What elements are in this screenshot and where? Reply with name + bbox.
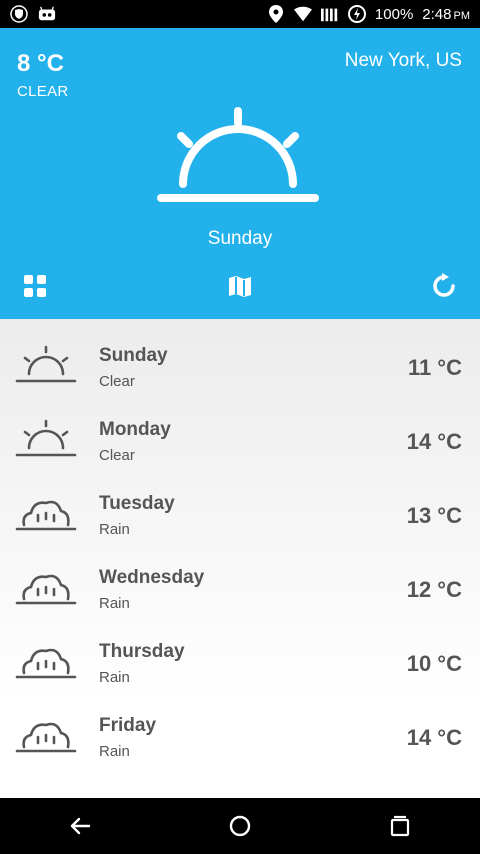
map-icon: [229, 276, 251, 297]
refresh-icon: [433, 273, 455, 297]
forecast-day: Thursday: [99, 641, 185, 662]
location-icon: [267, 5, 285, 23]
recents-icon: [390, 815, 410, 837]
map-button[interactable]: [226, 272, 254, 300]
refresh-button[interactable]: [430, 272, 458, 300]
wifi-icon: [293, 5, 312, 23]
battery-saver-icon: [347, 5, 366, 23]
forecast-row[interactable]: Sunday Clear 11 °C: [0, 329, 480, 403]
back-button[interactable]: [60, 806, 100, 846]
sunrise-icon: [157, 107, 319, 202]
sunrise-icon: [15, 419, 77, 457]
battery-percent: 100%: [374, 5, 414, 23]
forecast-row[interactable]: Thursday Rain 10 °C: [0, 625, 480, 699]
grid-icon: [24, 275, 46, 297]
forecast-list: Sunday Clear 11 °C Monday Clear 14 °C Tu…: [0, 319, 480, 798]
forecast-row[interactable]: Tuesday Rain 13 °C: [0, 477, 480, 551]
rain-cloud-icon: [15, 648, 77, 679]
robot-icon: [38, 5, 56, 23]
forecast-condition: Rain: [99, 743, 130, 760]
forecast-temperature: 14 °C: [406, 725, 462, 750]
current-day: Sunday: [207, 228, 273, 249]
current-temperature: 8 °C: [17, 50, 64, 77]
clock-ampm: PM: [453, 9, 471, 22]
forecast-condition: Clear: [99, 447, 135, 464]
status-bar: 100% 2:48 PM: [0, 0, 480, 28]
forecast-day: Wednesday: [99, 567, 205, 588]
forecast-day: Friday: [99, 715, 157, 736]
signal-icon: [320, 5, 339, 23]
current-weather-panel: 8 °C CLEAR New York, US Sunday: [0, 28, 480, 319]
forecast-temperature: 10 °C: [406, 651, 462, 676]
forecast-condition: Rain: [99, 669, 130, 686]
forecast-temperature: 13 °C: [406, 503, 462, 528]
forecast-temperature: 14 °C: [406, 429, 462, 454]
location-label: New York, US: [344, 50, 462, 71]
grid-menu-button[interactable]: [21, 272, 49, 300]
forecast-day: Monday: [99, 419, 171, 440]
rain-cloud-icon: [15, 722, 77, 753]
clock: 2:48 PM: [422, 6, 470, 23]
rain-cloud-icon: [15, 574, 77, 605]
navigation-bar: [0, 798, 480, 854]
forecast-condition: Rain: [99, 521, 130, 538]
forecast-row[interactable]: Wednesday Rain 12 °C: [0, 551, 480, 625]
home-button[interactable]: [220, 806, 260, 846]
forecast-temperature: 12 °C: [406, 577, 462, 602]
forecast-condition: Clear: [99, 373, 135, 390]
current-condition: CLEAR: [17, 83, 69, 100]
forecast-row[interactable]: Monday Clear 14 °C: [0, 403, 480, 477]
forecast-day: Tuesday: [99, 493, 175, 514]
forecast-day: Sunday: [99, 345, 168, 366]
forecast-temperature: 11 °C: [407, 355, 462, 380]
forecast-row[interactable]: Friday Rain 14 °C: [0, 699, 480, 773]
forecast-condition: Rain: [99, 595, 130, 612]
rain-cloud-icon: [15, 500, 77, 531]
clock-time: 2:48: [422, 5, 452, 23]
home-circle-icon: [229, 815, 251, 837]
back-arrow-icon: [70, 817, 91, 835]
sunrise-icon: [15, 345, 77, 383]
recents-button[interactable]: [380, 806, 420, 846]
shield-icon: [10, 5, 28, 23]
